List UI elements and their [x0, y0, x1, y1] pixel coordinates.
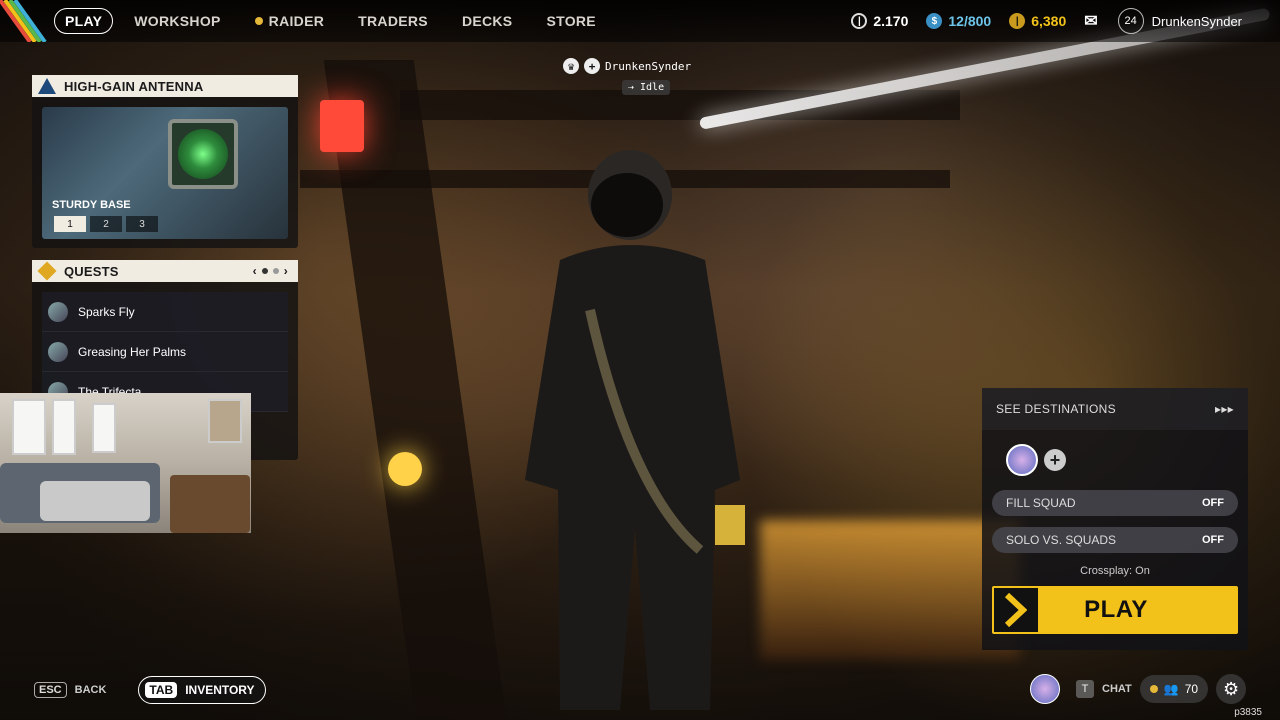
tier-1-button[interactable]: 1: [54, 216, 86, 232]
fill-squad-toggle[interactable]: FILL SQUAD OFF: [992, 490, 1238, 516]
settings-button[interactable]: ⚙: [1216, 674, 1247, 704]
cred-capacity-display[interactable]: $ 12/800: [926, 13, 991, 29]
nav-play[interactable]: PLAY: [54, 8, 114, 34]
quests-title: QUESTS: [64, 263, 119, 279]
coin-icon: [254, 17, 263, 25]
squad-leader-avatar[interactable]: [1006, 444, 1038, 476]
tab-key: TAB: [145, 682, 178, 698]
player-avatar[interactable]: [1030, 674, 1060, 704]
top-bar: PLAY WORKSHOP RAIDER TRADERS DECKS STORE…: [0, 0, 1280, 42]
coins-display[interactable]: | 6,380: [1009, 13, 1066, 29]
see-destinations-button[interactable]: SEE DESTINATIONS ▸▸▸: [982, 388, 1248, 430]
nav-decks[interactable]: DECKS: [445, 0, 530, 42]
inventory-button[interactable]: TAB INVENTORY: [138, 676, 266, 704]
coins-icon: |: [1009, 13, 1026, 29]
gear-icon: ⚙: [1222, 678, 1240, 699]
nav-traders[interactable]: TRADERS: [341, 0, 445, 42]
status-icon: ⇢: [627, 82, 641, 93]
destinations-panel: SEE DESTINATIONS ▸▸▸ + FILL SQUAD OFF SO…: [982, 388, 1248, 650]
main-nav: PLAY WORKSHOP RAIDER TRADERS DECKS STORE: [54, 0, 613, 42]
player-status: ⇢ Idle: [621, 80, 671, 95]
solo-vs-squads-toggle[interactable]: SOLO VS. SQUADS OFF: [992, 527, 1238, 553]
game-logo-stripes: [0, 0, 47, 42]
raider-character: [525, 150, 745, 710]
chat-button[interactable]: CHAT: [1102, 683, 1132, 695]
page-dot: [261, 268, 268, 274]
warning-triangle-icon: [38, 78, 56, 94]
bottom-right-controls: T CHAT 👥 70 ⚙: [1030, 674, 1247, 704]
crown-icon: ♛: [563, 58, 579, 74]
friends-icon: 👥: [1163, 682, 1179, 696]
nav-workshop[interactable]: WORKSHOP: [117, 0, 237, 42]
nav-raider[interactable]: RAIDER: [238, 0, 341, 42]
quest-item[interactable]: Greasing Her Palms: [42, 332, 288, 372]
friends-button[interactable]: 👥 70: [1139, 675, 1209, 703]
chat-key: T: [1076, 680, 1094, 698]
player-level-badge: 24: [1117, 8, 1144, 34]
tier-2-button[interactable]: 2: [90, 216, 122, 232]
username-label[interactable]: DrunkenSynder: [1152, 14, 1242, 29]
build-version: p3835: [1234, 707, 1262, 718]
cred-icon: $: [926, 13, 943, 29]
currency-bar: | 2.170 $ 12/800 | 6,380 ✉ 24 DrunkenSyn…: [851, 0, 1280, 42]
crossplay-status: Crossplay: On: [1080, 565, 1150, 577]
mail-button[interactable]: ✉: [1084, 11, 1097, 31]
webcam-overlay: [0, 393, 251, 533]
radar-icon: [168, 119, 238, 189]
chevron-right-icon[interactable]: ›: [284, 264, 288, 278]
antenna-subtitle: STURDY BASE: [52, 199, 131, 211]
quest-pager: ‹ ›: [253, 264, 288, 278]
credits-icon: |: [851, 13, 868, 29]
esc-key: ESC: [34, 682, 67, 698]
coin-icon: [1149, 685, 1158, 693]
mail-icon: ✉: [1084, 13, 1098, 30]
play-button[interactable]: PLAY: [992, 586, 1238, 634]
tier-3-button[interactable]: 3: [126, 216, 158, 232]
page-dot: [272, 268, 279, 274]
fast-forward-icon: ▸▸▸: [1215, 402, 1234, 416]
squad-row: +: [1006, 438, 1248, 482]
player-nameplate: ♛ + DrunkenSynder ⇢ Idle: [563, 58, 691, 95]
quest-item[interactable]: Sparks Fly: [42, 292, 288, 332]
bottom-left-controls: ESC BACK TAB INVENTORY: [34, 676, 266, 704]
quest-diamond-icon: [37, 261, 57, 281]
back-button[interactable]: BACK: [75, 684, 107, 696]
nav-store[interactable]: STORE: [529, 0, 612, 42]
add-friend-icon[interactable]: +: [584, 58, 600, 74]
chevron-right-icon: [994, 588, 1038, 632]
invite-plus-icon[interactable]: +: [1044, 449, 1066, 471]
tier-selector: 1 2 3: [54, 216, 158, 232]
credits-display[interactable]: | 2.170: [851, 13, 908, 29]
antenna-panel[interactable]: HIGH-GAIN ANTENNA STURDY BASE 1 2 3: [32, 75, 298, 248]
player-name: DrunkenSynder: [605, 59, 692, 73]
quest-giver-avatar: [48, 301, 68, 322]
antenna-title: HIGH-GAIN ANTENNA: [64, 78, 204, 94]
antenna-image: STURDY BASE 1 2 3: [42, 107, 288, 239]
chevron-left-icon[interactable]: ‹: [253, 264, 257, 278]
quest-giver-avatar: [48, 341, 68, 362]
